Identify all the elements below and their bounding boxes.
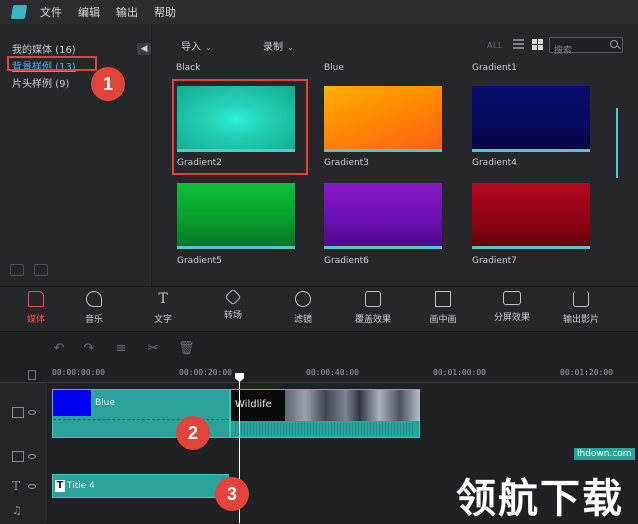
transition-icon [224,288,242,306]
eye-icon[interactable] [28,410,36,415]
filter-icon [295,291,311,307]
thumbnail-gradient6[interactable] [324,183,442,249]
thumbnail-gradient3[interactable] [324,86,442,152]
callout-2: 2 [176,416,210,450]
ruler-label: 00:00:20:00 [179,368,232,377]
adjust-icon[interactable]: ≡ [114,342,128,356]
clip-title[interactable]: T Title 4 [52,474,229,498]
tab-pip[interactable]: 画中画 [413,291,473,325]
clip-thumbnail [53,390,91,416]
tab-export[interactable]: 输出影片 [551,291,611,325]
tab-split-screen[interactable]: 分屏效果 [482,291,542,323]
menu-file[interactable]: 文件 [40,4,62,20]
thumbnail-gradient7[interactable] [472,183,590,249]
thumbnail-gradient4[interactable] [472,86,590,152]
folder-icon [28,291,44,307]
split-screen-icon [503,291,521,305]
tab-filters[interactable]: 滤镜 [273,291,333,325]
app-logo-icon [10,5,28,19]
timeline-toolbar: ↶ ↷ ≡ ✂ 🗑 [0,333,638,365]
category-my-media[interactable]: 我的媒体 (16) [12,41,76,56]
menu-export[interactable]: 输出 [116,4,138,20]
callout-3: 3 [215,477,249,511]
text-icon: T [158,291,168,307]
text-track-icon: T [12,479,21,493]
collapse-panel-button[interactable]: ◀ [137,43,151,55]
eye-icon[interactable] [28,484,36,489]
timeline-ruler[interactable]: 00:00:00:00 00:00:20:00 00:00:40:00 00:0… [0,365,638,383]
watermark: 领航下载 [456,476,624,522]
thumb-label-gradient3: Gradient3 [324,158,369,168]
delete-folder-icon[interactable] [34,264,48,276]
pip-track-icon [12,451,24,462]
clip-label-blue: Blue [95,398,115,408]
watermark-subtext: lhdown.com [574,448,635,460]
clip-label-title: Title 4 [67,481,95,491]
clip-thumbnail [285,390,420,421]
export-icon [573,291,589,307]
grid-view-icon[interactable] [532,39,543,50]
overlay-icon [365,291,381,307]
tab-music[interactable]: 音乐 [64,291,124,325]
redo-icon[interactable]: ↷ [82,342,96,356]
thumb-label-gradient7: Gradient7 [472,256,517,266]
highlight-thumbnail-box [172,79,308,175]
list-view-icon[interactable] [513,39,524,50]
ruler-label: 00:00:40:00 [306,368,359,377]
tab-text[interactable]: T 文字 [133,291,193,325]
audio-track-icon: ♫ [12,504,22,517]
tab-transitions[interactable]: 转场 [203,288,263,321]
track-headers: T ♫ [0,383,48,523]
tab-overlays[interactable]: 覆盖效果 [343,291,403,325]
thumb-label-gradient6: Gradient6 [324,256,369,266]
import-dropdown[interactable]: 导入 ⌄ [181,38,212,53]
thumb-label-gradient4: Gradient4 [472,158,517,168]
chevron-down-icon: ⌄ [287,43,294,52]
category-title-samples[interactable]: 片头样例 (9) [12,75,69,90]
search-icon[interactable] [610,40,618,48]
ruler-label: 00:01:20:00 [560,368,613,377]
music-note-icon [86,291,102,307]
audio-waveform [235,423,415,435]
tab-media[interactable]: 媒体 [6,291,66,325]
undo-icon[interactable]: ↶ [52,342,66,356]
thumb-label-blue: Blue [324,63,344,73]
pip-icon [435,291,451,307]
chevron-down-icon: ⌄ [205,43,212,52]
menu-edit[interactable]: 编辑 [78,4,100,20]
menu-help[interactable]: 帮助 [154,4,176,20]
thumb-label-black: Black [176,63,201,73]
clip-label-wildlife: Wildlife [235,399,272,410]
cut-icon[interactable]: ✂ [146,342,160,356]
video-track-icon [12,407,24,418]
thumb-label-gradient5: Gradient5 [177,256,222,266]
snap-icon[interactable] [28,370,36,380]
highlight-category-box [7,56,97,71]
grid-toolbar: 导入 ⌄ 录制 ⌄ ALL [153,24,638,60]
search-input[interactable] [550,44,606,58]
add-folder-icon[interactable] [10,264,24,276]
ruler-label: 00:00:00:00 [52,368,105,377]
filter-all-label[interactable]: ALL [487,41,503,50]
thumbnail-gradient5[interactable] [177,183,295,249]
clip-wildlife[interactable]: Wildlife [230,389,420,438]
delete-icon[interactable]: 🗑 [178,342,195,356]
ruler-label: 00:01:00:00 [433,368,486,377]
title-clip-icon: T [55,480,65,492]
library-scrollbar[interactable] [616,108,618,178]
tool-tabs: 媒体 音乐 T 文字 转场 滤镜 覆盖效果 画中画 分屏效果 输出影片 [0,286,638,332]
record-dropdown[interactable]: 录制 ⌄ [263,38,294,53]
menu-bar: 文件 编辑 输出 帮助 [0,0,638,24]
callout-1: 1 [91,67,125,101]
search-box[interactable] [549,37,623,58]
eye-icon[interactable] [28,454,36,459]
thumb-label-gradient1: Gradient1 [472,63,517,73]
